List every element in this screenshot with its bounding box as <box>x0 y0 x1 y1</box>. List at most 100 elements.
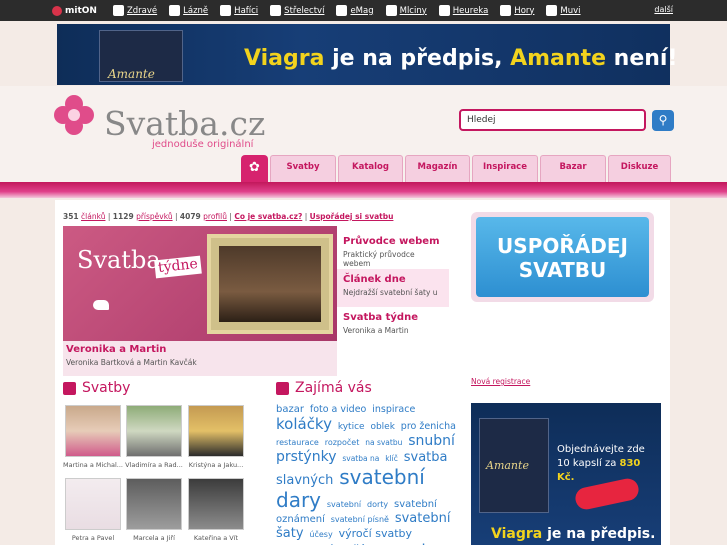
top-link-lazne[interactable]: Lázně <box>169 5 208 16</box>
tag-link[interactable]: restaurace <box>276 438 319 447</box>
svatby-title-label[interactable]: Svatby <box>82 380 130 396</box>
top-bar: mitON Zdravé Lázně Hafíci Střelectví eMa… <box>0 0 727 21</box>
tag-cloud: bazar foto a video inspirace koláčky kyt… <box>276 404 466 545</box>
tag-link[interactable]: inspirace <box>372 404 415 415</box>
wedding-thumb-caption[interactable]: Vladimíra a Rad... <box>124 461 184 469</box>
tag-link[interactable]: pro ženicha <box>401 421 456 432</box>
top-link-hafici[interactable]: Hafíci <box>220 5 258 16</box>
side-item-wedding[interactable]: Svatba týdne Veronika a Martin <box>337 307 449 345</box>
hero-couple-fullnames: Veronika Bartková a Martin Kavčák <box>66 358 197 367</box>
wedding-thumb[interactable] <box>188 405 244 457</box>
tab-svatby[interactable]: Svatby <box>270 155 336 182</box>
top-link-strelectvi[interactable]: Střelectví <box>270 5 324 16</box>
tag-link[interactable]: svatební písně <box>331 515 389 524</box>
plan-wedding-promo[interactable]: USPOŘÁDEJ SVATBU <box>471 212 654 302</box>
tag-link[interactable]: zvyky <box>396 541 439 545</box>
tag-link[interactable]: na svatbu <box>365 438 402 447</box>
tag-link[interactable]: svatba <box>404 450 448 465</box>
posts-count: 1129 <box>112 212 134 221</box>
plan-wedding-button[interactable]: USPOŘÁDEJ SVATBU <box>476 217 649 297</box>
wedding-thumb-caption[interactable]: Kateřina a Vít <box>186 534 246 542</box>
tag-link[interactable]: svatba na <box>342 454 379 463</box>
top-link-muvi[interactable]: Muvi <box>546 5 581 16</box>
top-banner-ad[interactable]: Amante Viagra je na předpis, Amante není… <box>57 24 678 85</box>
miton-label: mitON <box>65 5 97 16</box>
wedding-thumb[interactable] <box>65 478 121 530</box>
profiles-link[interactable]: profilů <box>203 212 227 221</box>
search-icon: ⚲ <box>658 113 668 127</box>
hory-icon <box>500 5 512 16</box>
banner-headline-a: Viagra <box>244 46 325 71</box>
tag-link[interactable]: výročí svatby <box>339 527 412 540</box>
articles-link[interactable]: článků <box>81 212 105 221</box>
tag-link[interactable]: klíč <box>385 454 398 463</box>
tag-link[interactable]: kytice <box>338 422 365 432</box>
tag-link[interactable]: svatební <box>327 500 361 509</box>
site-stats: 351 článků | 1129 příspěvků | 4079 profi… <box>63 212 393 221</box>
search-button[interactable]: ⚲ <box>652 110 674 131</box>
tab-inspirace[interactable]: Inspirace <box>472 155 538 182</box>
wedding-thumb-caption[interactable]: Martina a Michal... <box>63 461 123 469</box>
tag-link[interactable]: účesy <box>309 530 332 539</box>
tag-link[interactable]: foto a video <box>310 404 367 415</box>
zajima-section-title: Zajímá vás <box>276 380 372 396</box>
product-box-title: Amante <box>486 459 529 472</box>
top-link-emag[interactable]: eMag <box>336 5 374 16</box>
wedding-thumb[interactable] <box>65 405 121 457</box>
wedding-thumb[interactable] <box>126 478 182 530</box>
wedding-of-week-hero[interactable]: Svatba týdne <box>63 226 337 341</box>
flower-logo-icon[interactable] <box>53 94 95 136</box>
svatby-icon <box>63 381 76 395</box>
hero-couple-name[interactable]: Veronika a Martin <box>66 344 166 355</box>
home-tab[interactable]: ✿ <box>241 155 268 182</box>
side-item-desc: Veronika a Martin <box>343 326 409 335</box>
wedding-thumb-caption[interactable]: Marcela a Jiří <box>124 534 184 542</box>
tab-katalog[interactable]: Katalog <box>338 155 403 182</box>
tag-link[interactable]: bazar <box>276 404 304 415</box>
tag-link[interactable]: dorty <box>367 500 388 509</box>
hafici-icon <box>220 5 232 16</box>
site-brand[interactable]: Svatba.cz <box>104 104 265 143</box>
lazne-icon <box>169 5 181 16</box>
wedding-thumb[interactable] <box>126 405 182 457</box>
tag-link[interactable]: slavných <box>276 473 333 488</box>
more-link[interactable]: další <box>654 5 673 14</box>
tab-bazar[interactable]: Bazar <box>540 155 606 182</box>
hero-photo-frame <box>207 234 333 334</box>
new-registration-link[interactable]: Nová registrace <box>471 377 530 386</box>
wedding-thumb-caption[interactable]: Kristýna a Jaku... <box>186 461 246 469</box>
top-link-label: Mlciny <box>399 5 427 16</box>
emag-icon <box>336 5 348 16</box>
banner-headline-b: je na předpis, <box>324 46 511 71</box>
about-link[interactable]: Co je svatba.cz? <box>234 212 302 221</box>
wedding-thumb[interactable] <box>188 478 244 530</box>
top-link-mlciny[interactable]: Mlciny <box>385 5 427 16</box>
miton-logo[interactable]: mitON <box>52 5 97 16</box>
banner-headline-d: není! <box>606 46 678 71</box>
plan-wedding-link[interactable]: Uspořádej si svatbu <box>310 212 394 221</box>
wedding-thumb-caption[interactable]: Petra a Pavel <box>63 534 123 542</box>
promo-line1: USPOŘÁDEJ <box>497 234 628 258</box>
tag-link[interactable]: oblek <box>370 422 394 432</box>
profiles-count: 4079 <box>179 212 201 221</box>
tag-link[interactable]: rozpočet <box>325 438 360 447</box>
hero-title-badge: týdne <box>154 255 202 279</box>
hero-caption: Veronika a Martin Veronika Bartková a Ma… <box>63 341 337 376</box>
tab-diskuze[interactable]: Diskuze <box>608 155 671 182</box>
site-tagline: jednoduše originální <box>152 139 254 150</box>
top-link-zdrave[interactable]: Zdravé <box>112 5 157 16</box>
nav-underline <box>0 182 727 198</box>
promo-line2: SVATBU <box>518 258 607 282</box>
tag-link[interactable]: koláčky <box>276 415 332 433</box>
side-item-guide[interactable]: Průvodce webem Praktický průvodce webem <box>337 231 449 269</box>
tab-magazin[interactable]: Magazín <box>405 155 470 182</box>
zajima-icon <box>276 381 289 395</box>
side-item-article[interactable]: Článek dne Nejdražší svatební šaty u <box>337 269 449 307</box>
search-input[interactable]: Hledej <box>459 109 646 131</box>
top-link-heureka[interactable]: Heureka <box>438 5 488 16</box>
posts-link[interactable]: příspěvků <box>136 212 173 221</box>
heureka-icon <box>438 5 450 16</box>
ad-bottom-b: je na předpis. <box>542 526 656 542</box>
top-link-hory[interactable]: Hory <box>500 5 534 16</box>
side-ad[interactable]: Amante Objednávejte zde 10 kapslí za 830… <box>471 403 661 545</box>
